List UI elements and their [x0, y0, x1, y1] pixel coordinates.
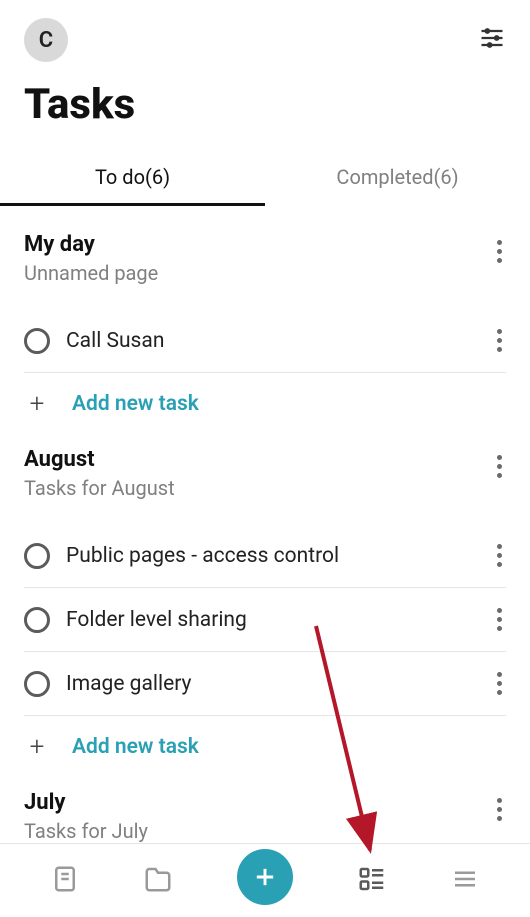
- tab-todo-count: (6): [145, 165, 170, 189]
- tab-todo[interactable]: To do(6): [0, 151, 265, 206]
- tabs-bar: To do(6) Completed(6): [0, 151, 530, 206]
- task-row[interactable]: Public pages - access control: [24, 524, 506, 588]
- task-row[interactable]: Call Susan: [24, 309, 506, 373]
- tab-completed-label: Completed: [336, 165, 433, 189]
- more-vertical-icon[interactable]: [493, 600, 506, 639]
- group-subtitle: Tasks for August: [24, 476, 175, 500]
- task-checkbox[interactable]: [24, 328, 50, 354]
- more-vertical-icon[interactable]: [493, 321, 506, 360]
- task-label: Public pages - access control: [66, 544, 477, 568]
- task-checkbox[interactable]: [24, 671, 50, 697]
- avatar-initial: C: [39, 28, 53, 53]
- plus-icon: +: [26, 734, 48, 760]
- add-task-button[interactable]: + Add new task: [24, 716, 506, 764]
- add-task-label: Add new task: [72, 735, 199, 759]
- tab-completed-count: (6): [434, 165, 459, 189]
- group-subtitle: Unnamed page: [24, 261, 158, 285]
- task-label: Folder level sharing: [66, 608, 477, 632]
- add-task-label: Add new task: [72, 392, 199, 416]
- nav-notes-icon[interactable]: [50, 864, 80, 898]
- nav-menu-icon[interactable]: [450, 864, 480, 898]
- fab-add-button[interactable]: [237, 849, 293, 905]
- task-groups-container: My day Unnamed page Call Susan + Add new…: [0, 206, 530, 849]
- tab-completed[interactable]: Completed(6): [265, 151, 530, 206]
- group-subtitle: Tasks for July: [24, 819, 148, 843]
- more-vertical-icon[interactable]: [493, 664, 506, 703]
- avatar[interactable]: C: [24, 18, 68, 62]
- task-checkbox[interactable]: [24, 607, 50, 633]
- task-row[interactable]: Folder level sharing: [24, 588, 506, 652]
- page-title: Tasks: [0, 62, 530, 139]
- settings-icon[interactable]: [478, 24, 506, 56]
- nav-folder-icon[interactable]: [143, 864, 173, 898]
- tab-todo-label: To do: [95, 165, 145, 189]
- add-task-button[interactable]: + Add new task: [24, 373, 506, 421]
- more-vertical-icon[interactable]: [493, 536, 506, 575]
- task-group: July Tasks for July: [0, 764, 530, 843]
- task-label: Call Susan: [66, 329, 477, 353]
- plus-icon: +: [26, 391, 48, 417]
- more-vertical-icon[interactable]: [493, 790, 506, 829]
- group-title: August: [24, 447, 175, 472]
- task-group: My day Unnamed page Call Susan + Add new…: [0, 206, 530, 421]
- group-title: My day: [24, 232, 158, 257]
- task-label: Image gallery: [66, 672, 477, 696]
- nav-tasks-icon[interactable]: [357, 864, 387, 898]
- group-title: July: [24, 790, 148, 815]
- more-vertical-icon[interactable]: [493, 447, 506, 486]
- bottom-nav: [0, 843, 530, 917]
- task-row[interactable]: Image gallery: [24, 652, 506, 716]
- task-checkbox[interactable]: [24, 543, 50, 569]
- task-group: August Tasks for August Public pages - a…: [0, 421, 530, 764]
- more-vertical-icon[interactable]: [493, 232, 506, 271]
